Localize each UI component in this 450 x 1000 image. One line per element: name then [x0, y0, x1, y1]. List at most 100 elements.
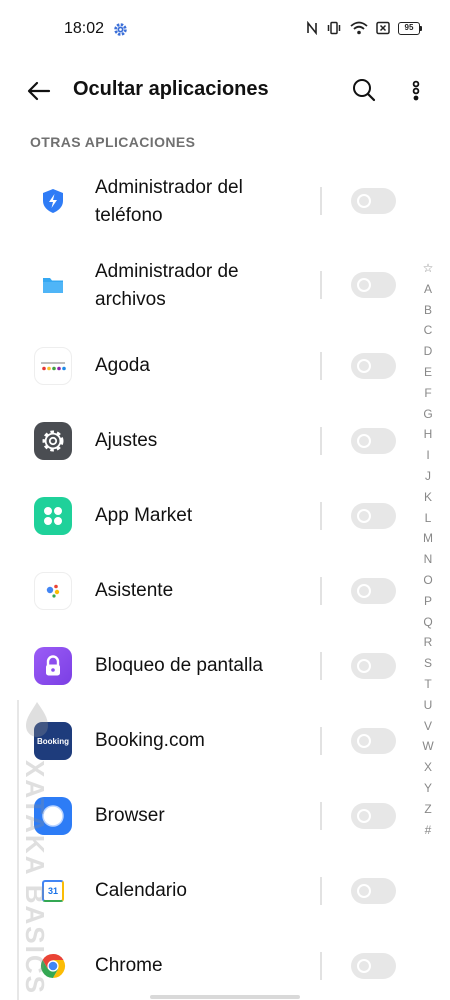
- index-letter[interactable]: N: [419, 549, 437, 570]
- list-item-agoda: Agoda: [0, 328, 410, 403]
- status-icons: 95: [306, 21, 422, 35]
- watermark: XATAKA BASICS: [14, 700, 58, 1000]
- index-letter[interactable]: R: [419, 632, 437, 653]
- divider: [320, 427, 322, 455]
- sim-off-icon: [376, 21, 390, 35]
- list-item-lock-screen: Bloqueo de pantalla: [0, 628, 410, 703]
- divider: [320, 271, 322, 299]
- list-item-phone-manager: Administrador del teléfono: [0, 150, 410, 226]
- index-letter[interactable]: M: [419, 528, 437, 549]
- settings-icon: [34, 422, 72, 460]
- index-letter[interactable]: T: [419, 674, 437, 695]
- divider: [320, 952, 322, 980]
- app-label: Booking.com: [95, 730, 205, 751]
- index-letter[interactable]: C: [419, 320, 437, 341]
- index-letter[interactable]: P: [419, 591, 437, 612]
- watermark-text: XATAKA BASICS: [20, 760, 50, 995]
- app-bar: Ocultar aplicaciones: [0, 62, 450, 118]
- hide-toggle[interactable]: [351, 188, 396, 214]
- status-time: 18:02: [64, 20, 105, 37]
- hide-toggle[interactable]: [351, 953, 396, 979]
- index-letter[interactable]: U: [419, 695, 437, 716]
- hide-toggle[interactable]: [351, 803, 396, 829]
- index-letter[interactable]: O: [419, 570, 437, 591]
- list-item-assistant: Asistente: [0, 553, 410, 628]
- list-item-settings: Ajustes: [0, 403, 410, 478]
- divider: [320, 802, 322, 830]
- index-letter[interactable]: K: [419, 487, 437, 508]
- assistant-icon: [34, 572, 72, 610]
- gear-icon: [114, 23, 127, 36]
- divider: [320, 877, 322, 905]
- app-label: Administrador del teléfono: [95, 177, 243, 226]
- battery-icon: 95: [398, 21, 422, 35]
- app-label: Chrome: [95, 955, 163, 976]
- nfc-icon: [307, 21, 317, 35]
- hide-toggle[interactable]: [351, 503, 396, 529]
- folder-icon: [34, 266, 72, 304]
- hide-toggle[interactable]: [351, 728, 396, 754]
- index-letter[interactable]: B: [419, 300, 437, 321]
- hide-toggle[interactable]: [351, 272, 396, 298]
- wifi-icon: [350, 21, 368, 35]
- home-indicator[interactable]: [150, 995, 300, 999]
- app-market-icon: [34, 497, 72, 535]
- divider: [320, 727, 322, 755]
- index-letter[interactable]: E: [419, 362, 437, 383]
- index-letter[interactable]: ☆: [419, 258, 437, 279]
- app-label: Asistente: [95, 580, 174, 601]
- hide-toggle[interactable]: [351, 353, 396, 379]
- list-item-chrome: Chrome: [0, 928, 410, 1000]
- app-label: App Market: [95, 505, 193, 526]
- arrow-left-icon[interactable]: [24, 76, 54, 106]
- app-label: Ajustes: [95, 430, 158, 451]
- app-label: Agoda: [95, 355, 150, 376]
- hide-toggle[interactable]: [351, 653, 396, 679]
- status-bar: 18:02 95: [0, 0, 450, 60]
- search-icon[interactable]: [350, 76, 378, 104]
- index-letter[interactable]: #: [419, 820, 437, 841]
- index-letter[interactable]: S: [419, 653, 437, 674]
- index-letter[interactable]: H: [419, 424, 437, 445]
- alphabet-index[interactable]: ☆ A B C D E F G H I J K L M N O P Q R S …: [419, 258, 437, 840]
- index-letter[interactable]: Y: [419, 778, 437, 799]
- divider: [320, 502, 322, 530]
- app-label: Bloqueo de pantalla: [95, 655, 263, 676]
- index-letter[interactable]: I: [419, 445, 437, 466]
- divider: [320, 352, 322, 380]
- app-label: Calendario: [95, 880, 187, 901]
- agoda-icon: [34, 347, 72, 385]
- app-label: Administrador de archivos: [95, 261, 239, 310]
- index-letter[interactable]: L: [419, 508, 437, 529]
- page-title: Ocultar aplicaciones: [73, 78, 269, 100]
- phone-manager-icon: [34, 182, 72, 220]
- index-letter[interactable]: D: [419, 341, 437, 362]
- hide-toggle[interactable]: [351, 578, 396, 604]
- list-item-file-manager: Administrador de archivos: [0, 234, 410, 310]
- divider: [320, 187, 322, 215]
- index-letter[interactable]: F: [419, 383, 437, 404]
- index-letter[interactable]: J: [419, 466, 437, 487]
- divider: [320, 577, 322, 605]
- list-item-calendar: 31 Calendario: [0, 853, 410, 928]
- app-label: Browser: [95, 805, 165, 826]
- list-item-browser: Browser: [0, 778, 410, 853]
- index-letter[interactable]: Z: [419, 799, 437, 820]
- index-letter[interactable]: X: [419, 757, 437, 778]
- index-letter[interactable]: W: [419, 736, 437, 757]
- section-header: OTRAS APLICACIONES: [30, 134, 196, 150]
- hide-toggle[interactable]: [351, 428, 396, 454]
- index-letter[interactable]: A: [419, 279, 437, 300]
- index-letter[interactable]: G: [419, 404, 437, 425]
- divider: [320, 652, 322, 680]
- list-item-booking: Booking Booking.com: [0, 703, 410, 778]
- index-letter[interactable]: V: [419, 716, 437, 737]
- list-item-app-market: App Market: [0, 478, 410, 553]
- more-vertical-icon[interactable]: [406, 77, 426, 105]
- hide-toggle[interactable]: [351, 878, 396, 904]
- lock-screen-icon: [34, 647, 72, 685]
- vibrate-icon: [327, 21, 341, 35]
- watermark-logo-icon: [26, 702, 48, 737]
- battery-level: 95: [398, 21, 420, 35]
- index-letter[interactable]: Q: [419, 612, 437, 633]
